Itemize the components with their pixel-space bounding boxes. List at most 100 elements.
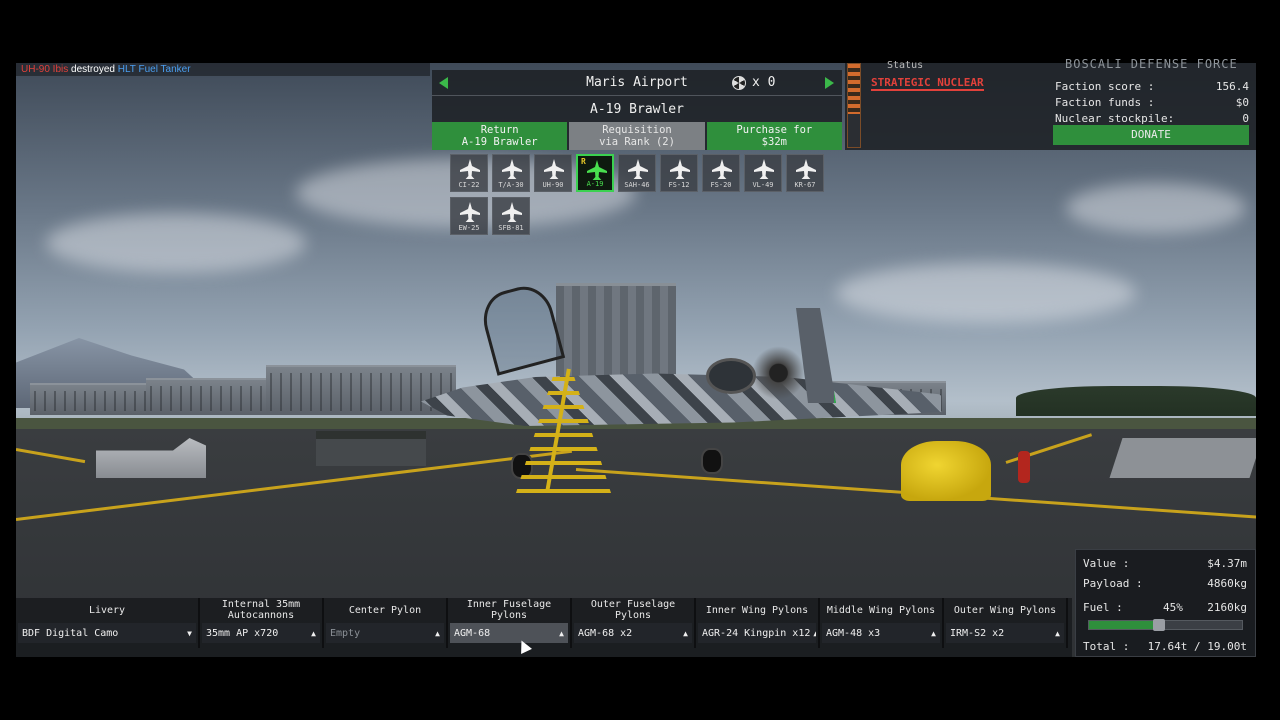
aircraft-engine [706, 358, 756, 394]
aircraft-icon [460, 202, 480, 222]
loadout-selected-value: AGM-68 [454, 627, 491, 639]
loadout-selected-value: IRM-S2 x2 [950, 627, 1005, 639]
aircraft-tile-label: UH-90 [542, 181, 564, 189]
faction-stats: Faction score : 156.4 Faction funds : $0… [1055, 79, 1249, 127]
loadout-selected-value: BDF Digital Camo [22, 627, 119, 639]
caret-up-icon: ▲ [435, 628, 440, 638]
fuel-slider[interactable] [1088, 619, 1243, 631]
aircraft-tile-label: VL-49 [752, 181, 774, 189]
killfeed-victim: HLT Fuel Tanker [117, 64, 191, 75]
hangar [30, 383, 150, 415]
loadout-slot-inner-wing-pylons: Inner Wing Pylons AGR-24 Kingpin x12 ▲ [696, 598, 820, 648]
radiation-icon [732, 75, 746, 90]
loadout-slot-title: Outer Fuselage Pylons [590, 599, 676, 621]
cloud [46, 213, 306, 273]
aircraft-tile-label: KR-67 [794, 181, 816, 189]
loadout-dropdown-inner-fuselage-pylons[interactable]: AGM-68 ▲ [450, 623, 568, 643]
aircraft-tile-fs-12[interactable]: FS-12 [660, 154, 698, 192]
aircraft-tile-label: T/A-30 [498, 181, 524, 189]
next-airport-arrow-icon[interactable] [825, 77, 834, 89]
caret-down-icon: ▼ [187, 628, 192, 638]
cloud [1066, 183, 1246, 233]
aircraft-icon [587, 160, 607, 180]
loadout-slot-center-pylon: Center Pylon Empty ▲ [324, 598, 448, 648]
aircraft-tile-sah-46[interactable]: SAH-46 [618, 154, 656, 192]
aircraft-tile-label: FS-20 [710, 181, 732, 189]
loadout-dropdown-center-pylon[interactable]: Empty ▲ [326, 623, 444, 643]
aircraft-tile-a-19[interactable]: R A-19 [576, 154, 614, 192]
aircraft-tile-ci-22[interactable]: CI-22 [450, 154, 488, 192]
airport-name: Maris Airport [586, 75, 688, 90]
status-hazard-strip [847, 63, 861, 148]
payload-amount: 4860kg [1207, 577, 1247, 590]
loadout-slot-inner-fuselage-pylons: Inner Fuselage Pylons AGM-68 ▲ [448, 598, 572, 648]
treeline [1016, 386, 1256, 416]
aircraft-tile-uh-90[interactable]: UH-90 [534, 154, 572, 192]
aircraft-tile-kr-67[interactable]: KR-67 [786, 154, 824, 192]
total-label: Total : [1083, 640, 1130, 653]
nuke-count: x 0 [752, 75, 776, 90]
ground-power-unit [901, 441, 991, 501]
return-aircraft-button[interactable]: Return A-19 Brawler [432, 122, 568, 150]
aircraft-icon [754, 159, 774, 179]
aircraft-tile-label: FS-12 [668, 181, 690, 189]
value-row: Value : $4.37m [1083, 557, 1247, 570]
aircraft-tile-fs-20[interactable]: FS-20 [702, 154, 740, 192]
loadout-dropdown-outer-wing-pylons[interactable]: IRM-S2 x2 ▲ [946, 623, 1064, 643]
value-label: Value : [1083, 557, 1130, 570]
donate-button[interactable]: DONATE [1053, 125, 1249, 145]
faction-score-value: 156.4 [1215, 80, 1249, 93]
killfeed-killer: UH-90 Ibis [21, 64, 69, 75]
fuel-slider-handle[interactable] [1152, 619, 1165, 631]
loadout-slot-middle-wing-pylons: Middle Wing Pylons AGM-48 x3 ▲ [820, 598, 944, 648]
aircraft-selector-grid: CI-22 T/A-30 UH-90 R A-19 SAH-46 FS-12 FS-20 VL-… [450, 154, 830, 235]
aircraft-tile-label: SFB-81 [498, 224, 524, 232]
loadout-dropdown-middle-wing-pylons[interactable]: AGM-48 x3 ▲ [822, 623, 940, 643]
loadout-dropdown-inner-wing-pylons[interactable]: AGR-24 Kingpin x12 ▲ [698, 623, 816, 643]
loadout-dropdown-internal-35mm-autocannons[interactable]: 35mm AP x720 ▲ [202, 623, 320, 643]
loadout-selected-value: AGM-48 x3 [826, 627, 881, 639]
fire-extinguisher [1018, 451, 1030, 483]
loadout-bar: Livery BDF Digital Camo ▼ Internal 35mm Aut… [16, 598, 1072, 657]
aircraft-tile-label: A-19 [586, 180, 604, 188]
faction-panel: Status STRATEGIC NUCLEAR BOSCALI DEFENSE… [845, 57, 1256, 150]
faction-score-row: Faction score : 156.4 [1055, 79, 1249, 95]
fuel-slider-fill [1089, 621, 1159, 629]
aircraft-icon [502, 159, 522, 179]
aircraft-actions: Return A-19 Brawler Requisition via Rank… [432, 122, 842, 150]
caret-up-icon: ▲ [559, 628, 564, 638]
loadout-slot-internal-35mm-autocannons: Internal 35mm Autocannons 35mm AP x720 ▲ [200, 598, 324, 648]
loadout-dropdown-livery[interactable]: BDF Digital Camo ▼ [18, 623, 196, 643]
faction-funds-value: $0 [1235, 96, 1249, 109]
cloud [836, 263, 1136, 323]
previous-airport-arrow-icon[interactable] [439, 77, 448, 89]
aircraft-icon [544, 159, 564, 179]
status-value: STRATEGIC NUCLEAR [871, 76, 984, 91]
payload-label: Payload : [1083, 577, 1143, 590]
hangar [266, 365, 456, 415]
nuke-counter: x 0 [732, 75, 775, 90]
aircraft-icon [502, 202, 522, 222]
aircraft-tile-t-a-30[interactable]: T/A-30 [492, 154, 530, 192]
faction-score-label: Faction score : [1055, 80, 1155, 93]
requisition-button[interactable]: Requisition via Rank (2) [569, 122, 705, 150]
caret-up-icon: ▲ [931, 628, 936, 638]
loadout-slot-title: Livery [88, 604, 126, 616]
loadout-dropdown-outer-fuselage-pylons[interactable]: AGM-68 x2 ▲ [574, 623, 692, 643]
loadout-slot-title: Middle Wing Pylons [826, 604, 936, 616]
aircraft-icon [460, 159, 480, 179]
aircraft-tile-vl-49[interactable]: VL-49 [744, 154, 782, 192]
aircraft-tile-ew-25[interactable]: EW-25 [450, 197, 488, 235]
aircraft-tile-sfb-81[interactable]: SFB-81 [492, 197, 530, 235]
aircraft-icon [796, 159, 816, 179]
hangar [146, 378, 266, 415]
loadout-slot-outer-wing-pylons: Outer Wing Pylons IRM-S2 x2 ▲ [944, 598, 1068, 648]
landing-gear-wheel [701, 448, 723, 474]
payload-row: Payload : 4860kg [1083, 577, 1247, 590]
loadout-selected-value: AGR-24 Kingpin x12 [702, 627, 811, 639]
aircraft-tile-label: CI-22 [458, 181, 480, 189]
selected-aircraft-name: A-19 Brawler [590, 101, 684, 117]
fuel-row: Fuel : 45% 2160kg [1083, 601, 1247, 614]
purchase-button[interactable]: Purchase for $32m [706, 122, 842, 150]
kill-feed: UH-90 Ibis destroyed HLT Fuel Tanker [16, 63, 430, 76]
